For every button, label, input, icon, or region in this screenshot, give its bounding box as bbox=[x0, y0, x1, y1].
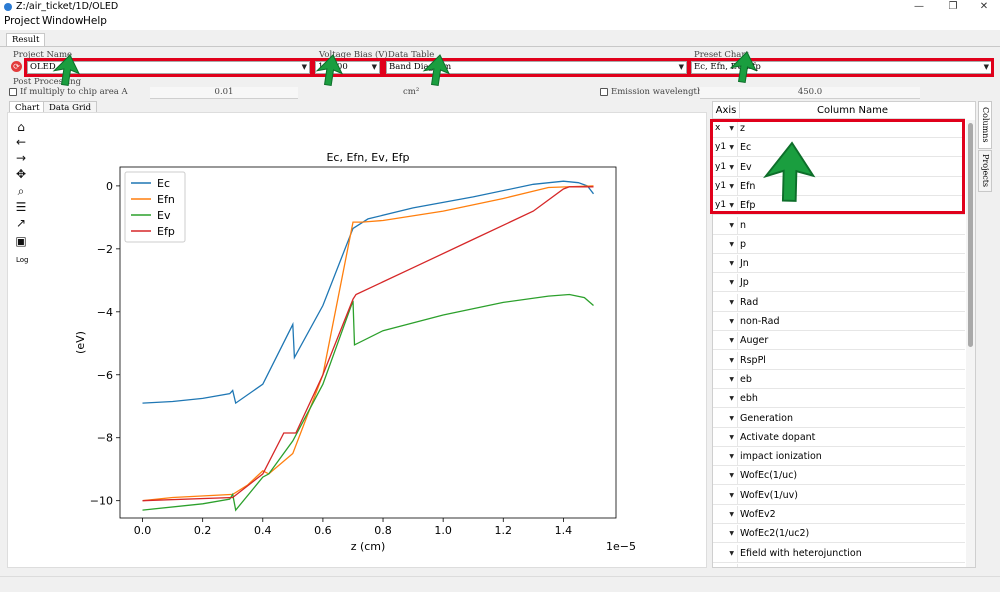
column-name-cell[interactable]: RspPl bbox=[738, 352, 965, 370]
chevron-down-icon: ▼ bbox=[729, 375, 734, 383]
axis-select[interactable]: ▼ bbox=[713, 390, 738, 409]
chevron-down-icon: ▼ bbox=[729, 530, 734, 538]
column-name-cell[interactable]: WofEc(1/uc) bbox=[738, 467, 965, 486]
chevron-down-icon: ▼ bbox=[729, 511, 734, 518]
y-tick-label: −6 bbox=[97, 369, 113, 382]
x-tick-label: 0.4 bbox=[254, 524, 272, 537]
green-arrow-icon bbox=[52, 54, 81, 87]
y-tick-label: −4 bbox=[97, 306, 113, 319]
chevron-down-icon: ▼ bbox=[729, 433, 734, 441]
column-name-cell[interactable]: WofEv(1/uv) bbox=[738, 487, 965, 505]
column-name-cell[interactable]: Activate dopant bbox=[738, 429, 965, 447]
chevron-down-icon: ▼ bbox=[729, 318, 734, 325]
green-arrow-icon bbox=[422, 54, 451, 87]
column-name-cell[interactable]: impact ionization bbox=[738, 448, 965, 467]
axis-select[interactable]: ▼ bbox=[713, 467, 738, 486]
column-name-cell[interactable]: ebh bbox=[738, 390, 965, 409]
column-name-cell[interactable]: eb bbox=[738, 371, 965, 389]
axis-select[interactable]: ▼ bbox=[713, 525, 738, 544]
column-name-cell[interactable]: WofEv2 bbox=[738, 506, 965, 524]
axis-select[interactable]: ▼ bbox=[713, 486, 738, 505]
column-name-cell[interactable]: Auger bbox=[738, 332, 965, 351]
axis-select[interactable]: ▼ bbox=[713, 370, 738, 389]
green-arrow-icon bbox=[763, 141, 816, 202]
axis-select[interactable]: ▼ bbox=[713, 351, 738, 370]
column-name-cell[interactable]: effective... bbox=[738, 564, 965, 568]
chevron-down-icon: ▼ bbox=[729, 414, 734, 422]
column-name-cell[interactable]: Efield with heterojunction bbox=[738, 545, 965, 563]
y-tick-label: −8 bbox=[97, 432, 113, 445]
x-tick-label: 0.6 bbox=[314, 524, 332, 537]
green-arrow-icon bbox=[729, 51, 758, 84]
y-tick-label: −10 bbox=[90, 495, 113, 508]
status-bar bbox=[0, 576, 1000, 592]
chevron-down-icon: ▼ bbox=[729, 337, 734, 345]
x-offset-text: 1e−5 bbox=[606, 540, 636, 553]
column-name-cell[interactable]: WofEc2(1/uc2) bbox=[738, 525, 965, 544]
axis-select[interactable]: ▼ bbox=[713, 544, 738, 563]
x-tick-label: 1.4 bbox=[555, 524, 573, 537]
x-tick-label: 0.2 bbox=[194, 524, 212, 537]
axis-select[interactable]: ▼ bbox=[713, 506, 738, 524]
chevron-down-icon: ▼ bbox=[729, 472, 734, 480]
green-arrow-icon bbox=[315, 54, 344, 87]
series-line-ev bbox=[142, 293, 594, 512]
chevron-down-icon: ▼ bbox=[729, 395, 734, 403]
x-tick-label: 0.0 bbox=[134, 524, 152, 537]
chevron-down-icon: ▼ bbox=[729, 453, 734, 461]
axis-select[interactable]: ▼ bbox=[713, 313, 738, 331]
x-axis-label: z (cm) bbox=[351, 540, 386, 553]
chevron-down-icon: ▼ bbox=[729, 549, 734, 557]
annotation-arrows bbox=[52, 51, 816, 202]
chevron-down-icon: ▼ bbox=[729, 491, 734, 499]
axis-select[interactable]: ▼ bbox=[713, 409, 738, 428]
x-tick-label: 1.0 bbox=[434, 524, 452, 537]
chevron-down-icon: ▼ bbox=[729, 356, 734, 364]
axis-select[interactable]: ▼ bbox=[713, 428, 738, 447]
column-name-cell[interactable]: non-Rad bbox=[738, 313, 965, 331]
axis-select[interactable]: ▼ bbox=[713, 448, 738, 467]
y-axis-label: (eV) bbox=[74, 331, 87, 354]
x-tick-label: 1.2 bbox=[495, 524, 512, 537]
axis-select[interactable]: ▼ bbox=[713, 563, 738, 567]
column-name-cell[interactable]: Generation bbox=[738, 410, 965, 428]
axis-select[interactable]: ▼ bbox=[713, 332, 738, 351]
x-tick-label: 0.8 bbox=[374, 524, 392, 537]
chevron-down-icon: ▼ bbox=[729, 564, 734, 567]
